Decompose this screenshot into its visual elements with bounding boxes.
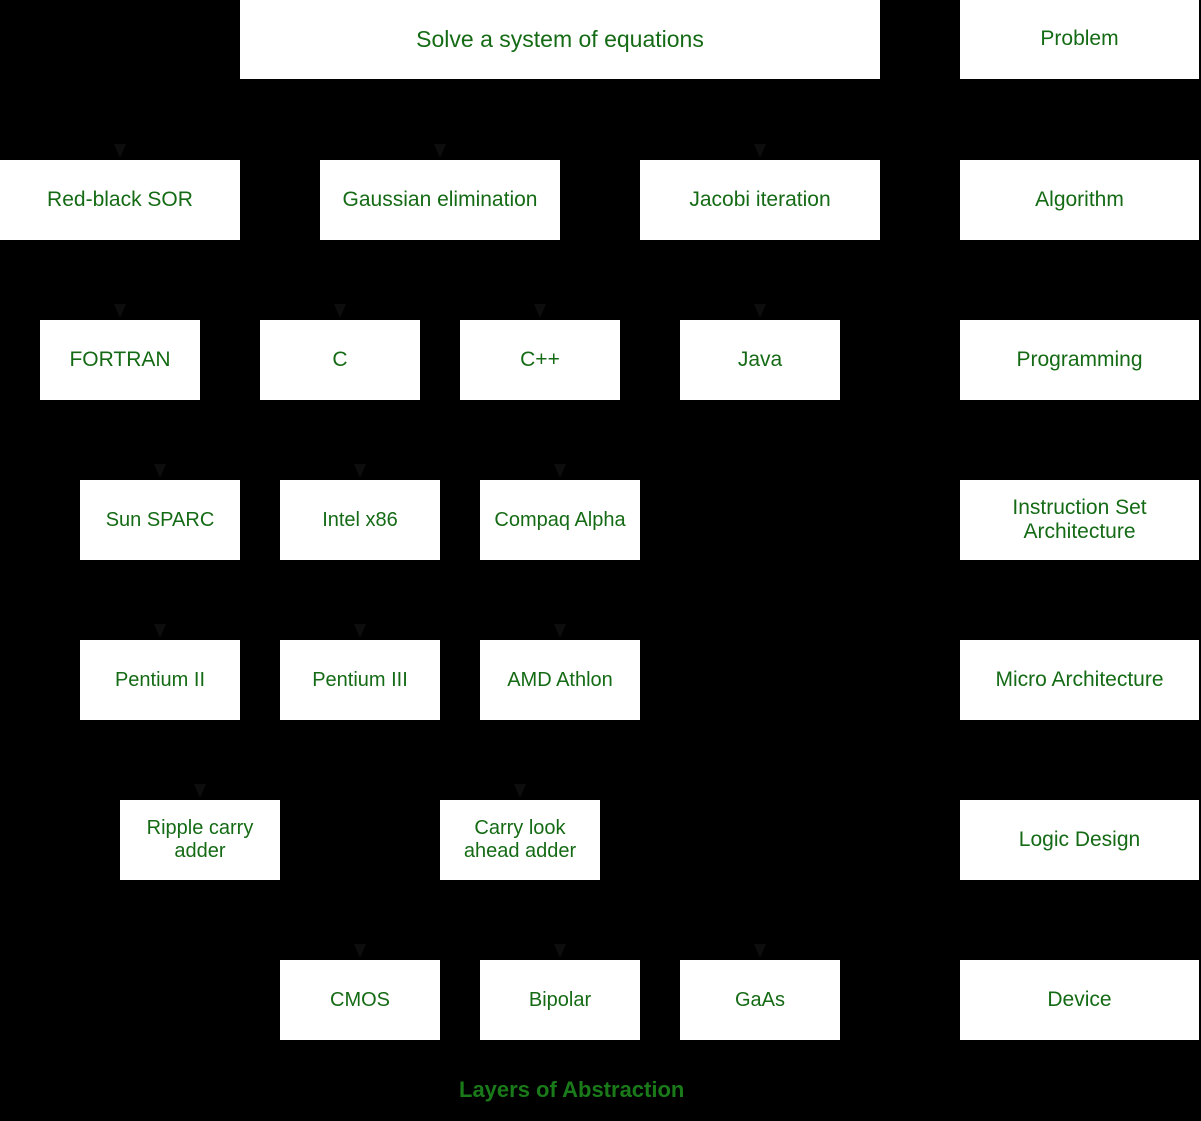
level-label-text: Logic Design (1018, 827, 1141, 851)
diagram-caption: Layers of Abstraction (459, 1077, 685, 1102)
level-label-text: Device (1047, 987, 1112, 1011)
node-label: Pentium II (114, 668, 206, 691)
node-label: Solve a system of equations (416, 26, 704, 53)
level-label-text: Problem (1040, 27, 1119, 51)
diagram-canvas: Solve a system of equations Problem Red-… (0, 0, 1201, 1121)
node-label: FORTRAN (69, 347, 171, 371)
node-bipolar[interactable]: Bipolar (480, 960, 640, 1040)
level-label-instruction-set-architecture: Instruction Set Architecture (960, 480, 1199, 560)
node-jacobi-iteration[interactable]: Jacobi iteration (640, 160, 880, 240)
node-intel-x86[interactable]: Intel x86 (280, 480, 440, 560)
node-label: Java (737, 347, 783, 371)
node-red-black-sor[interactable]: Red-black SOR (0, 160, 240, 240)
node-label: Compaq Alpha (494, 508, 626, 531)
node-label: Jacobi iteration (689, 187, 831, 211)
level-label-text: Instruction Set Architecture (1012, 495, 1147, 543)
node-label: C (332, 347, 348, 371)
node-c[interactable]: C (260, 320, 420, 400)
node-pentium-ii[interactable]: Pentium II (80, 640, 240, 720)
node-java[interactable]: Java (680, 320, 840, 400)
level-label-algorithm: Algorithm (960, 160, 1199, 240)
node-fortran[interactable]: FORTRAN (40, 320, 200, 400)
level-label-problem: Problem (960, 0, 1199, 79)
node-compaq-alpha[interactable]: Compaq Alpha (480, 480, 640, 560)
level-label-logic-design: Logic Design (960, 800, 1199, 880)
level-label-device: Device (960, 960, 1199, 1040)
node-label: AMD Athlon (507, 668, 613, 691)
node-label: Sun SPARC (105, 508, 215, 531)
node-label: Pentium III (312, 668, 408, 691)
node-label: Red-black SOR (47, 187, 193, 211)
node-pentium-iii[interactable]: Pentium III (280, 640, 440, 720)
node-label: CMOS (330, 988, 390, 1011)
level-label-micro-architecture: Micro Architecture (960, 640, 1199, 720)
node-label: Ripple carry adder (146, 817, 254, 862)
node-label: GaAs (734, 988, 786, 1011)
node-label: Intel x86 (322, 508, 398, 531)
level-label-text: Micro Architecture (995, 667, 1164, 691)
node-solve-a-system-of-equations[interactable]: Solve a system of equations (240, 0, 880, 79)
node-ripple-carry-adder[interactable]: Ripple carry adder (120, 800, 280, 880)
node-amd-athlon[interactable]: AMD Athlon (480, 640, 640, 720)
node-cmos[interactable]: CMOS (280, 960, 440, 1040)
level-label-text: Programming (1016, 347, 1143, 371)
node-gaas[interactable]: GaAs (680, 960, 840, 1040)
node-label: Carry look ahead adder (463, 817, 577, 862)
level-label-text: Algorithm (1035, 187, 1124, 211)
node-label: C++ (520, 347, 560, 371)
node-carry-look-ahead-adder[interactable]: Carry look ahead adder (440, 800, 600, 880)
node-label: Gaussian elimination (342, 187, 538, 211)
node-label: Bipolar (528, 988, 592, 1011)
node-sun-sparc[interactable]: Sun SPARC (80, 480, 240, 560)
node-gaussian-elimination[interactable]: Gaussian elimination (320, 160, 560, 240)
level-label-programming: Programming (960, 320, 1199, 400)
node-cpp[interactable]: C++ (460, 320, 620, 400)
